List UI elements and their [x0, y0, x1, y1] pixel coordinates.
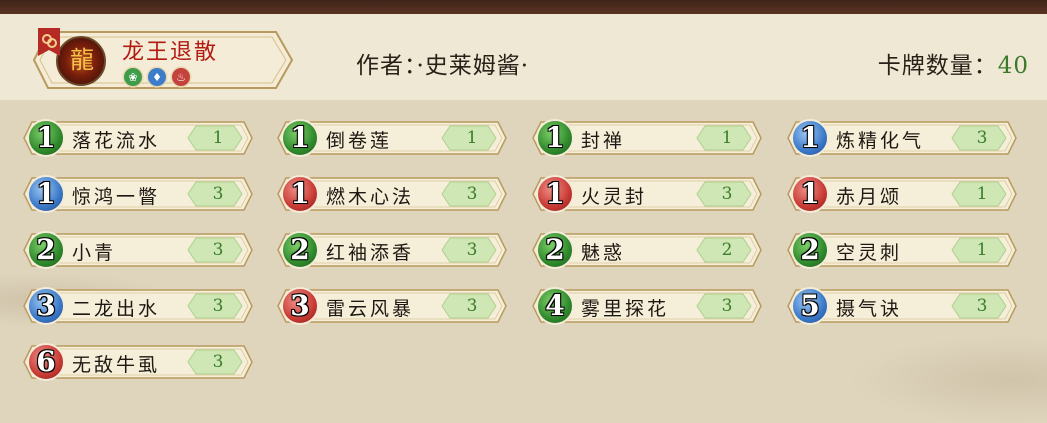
card-entry[interactable]: 2 小青 3	[22, 231, 254, 269]
card-cost-badge: 3	[27, 287, 65, 325]
card-cost-badge: 1	[27, 175, 65, 213]
card-quantity: 3	[212, 296, 224, 316]
card-entry[interactable]: 2 空灵刺 1	[786, 231, 1018, 269]
card-entry[interactable]: 3 二龙出水 3	[22, 287, 254, 325]
card-entry[interactable]: 3 雷云风暴 3	[276, 287, 508, 325]
card-cost-badge: 6	[27, 343, 65, 381]
card-entry[interactable]: 1 赤月颂 1	[786, 175, 1018, 213]
card-name: 火灵封	[581, 186, 648, 208]
card-name: 雾里探花	[581, 298, 670, 320]
card-entry[interactable]: 1 火灵封 3	[531, 175, 763, 213]
card-quantity: 3	[466, 240, 478, 260]
card-name: 红袖添香	[326, 242, 415, 264]
card-cost-badge: 2	[791, 231, 829, 269]
card-quantity: 3	[976, 128, 988, 148]
deck-portrait: 龍	[56, 36, 106, 86]
card-cost-badge: 4	[536, 287, 574, 325]
card-quantity: 3	[212, 352, 224, 372]
card-name: 摄气诀	[836, 298, 903, 320]
card-entry[interactable]: 6 无敌牛虱 3	[22, 343, 254, 381]
card-cost-badge: 1	[536, 119, 574, 157]
card-entry[interactable]: 1 落花流水 1	[22, 119, 254, 157]
card-name: 小青	[72, 242, 117, 264]
deck-elements: ❀ ♦ ♨	[124, 68, 190, 86]
link-icon[interactable]	[38, 28, 60, 56]
card-name: 二龙出水	[72, 298, 161, 320]
card-entry[interactable]: 4 雾里探花 3	[531, 287, 763, 325]
card-quantity: 3	[212, 240, 224, 260]
card-name: 无敌牛虱	[72, 354, 161, 376]
fire-element-icon: ♨	[172, 68, 190, 86]
card-cost-badge: 2	[536, 231, 574, 269]
water-element-icon: ♦	[148, 68, 166, 86]
card-cost-badge: 1	[536, 175, 574, 213]
card-quantity: 2	[721, 240, 733, 260]
card-name: 燃木心法	[326, 186, 415, 208]
card-quantity: 3	[212, 184, 224, 204]
card-quantity: 1	[212, 128, 224, 148]
top-bar	[0, 0, 1047, 14]
card-name: 炼精化气	[836, 130, 925, 152]
card-count: 卡牌数量：40	[878, 46, 1029, 80]
card-cost-badge: 2	[281, 231, 319, 269]
card-cost-badge: 1	[281, 119, 319, 157]
card-quantity: 3	[466, 296, 478, 316]
card-entry[interactable]: 1 炼精化气 3	[786, 119, 1018, 157]
dragon-icon: 龍	[70, 46, 94, 74]
card-cost-badge: 1	[281, 175, 319, 213]
card-entry[interactable]: 1 倒卷莲 1	[276, 119, 508, 157]
deck-title: 龙王退散	[122, 40, 219, 65]
card-quantity: 1	[976, 240, 988, 260]
card-entry[interactable]: 2 魅惑 2	[531, 231, 763, 269]
card-name: 空灵刺	[836, 242, 903, 264]
card-entry[interactable]: 1 惊鸿一瞥 3	[22, 175, 254, 213]
card-cost-badge: 5	[791, 287, 829, 325]
card-count-label: 卡牌数量：	[877, 53, 998, 79]
card-entry[interactable]: 1 燃木心法 3	[276, 175, 508, 213]
card-cost-badge: 1	[27, 119, 65, 157]
card-quantity: 3	[976, 296, 988, 316]
card-name: 雷云风暴	[326, 298, 415, 320]
card-name: 落花流水	[72, 130, 161, 152]
deck-badge[interactable]: 龍 龙王退散 ❀ ♦ ♨	[26, 28, 296, 92]
wind-element-icon: ❀	[124, 68, 142, 86]
card-count-value: 40	[997, 53, 1029, 79]
card-quantity: 3	[721, 184, 733, 204]
card-quantity: 1	[466, 128, 478, 148]
card-quantity: 3	[721, 296, 733, 316]
card-cost-badge: 1	[791, 175, 829, 213]
deck-author: 作者：·史莱姆酱·	[356, 53, 530, 79]
card-quantity: 3	[466, 184, 478, 204]
card-cost-badge: 2	[27, 231, 65, 269]
card-entry[interactable]: 1 封禅 1	[531, 119, 763, 157]
card-cost-badge: 3	[281, 287, 319, 325]
card-name: 封禅	[581, 130, 626, 152]
card-quantity: 1	[721, 128, 733, 148]
card-cost-badge: 1	[791, 119, 829, 157]
card-name: 赤月颂	[836, 186, 903, 208]
card-name: 魅惑	[581, 242, 626, 264]
card-name: 倒卷莲	[326, 130, 393, 152]
card-entry[interactable]: 5 摄气诀 3	[786, 287, 1018, 325]
card-entry[interactable]: 2 红袖添香 3	[276, 231, 508, 269]
card-name: 惊鸿一瞥	[72, 186, 161, 208]
card-quantity: 1	[976, 184, 988, 204]
